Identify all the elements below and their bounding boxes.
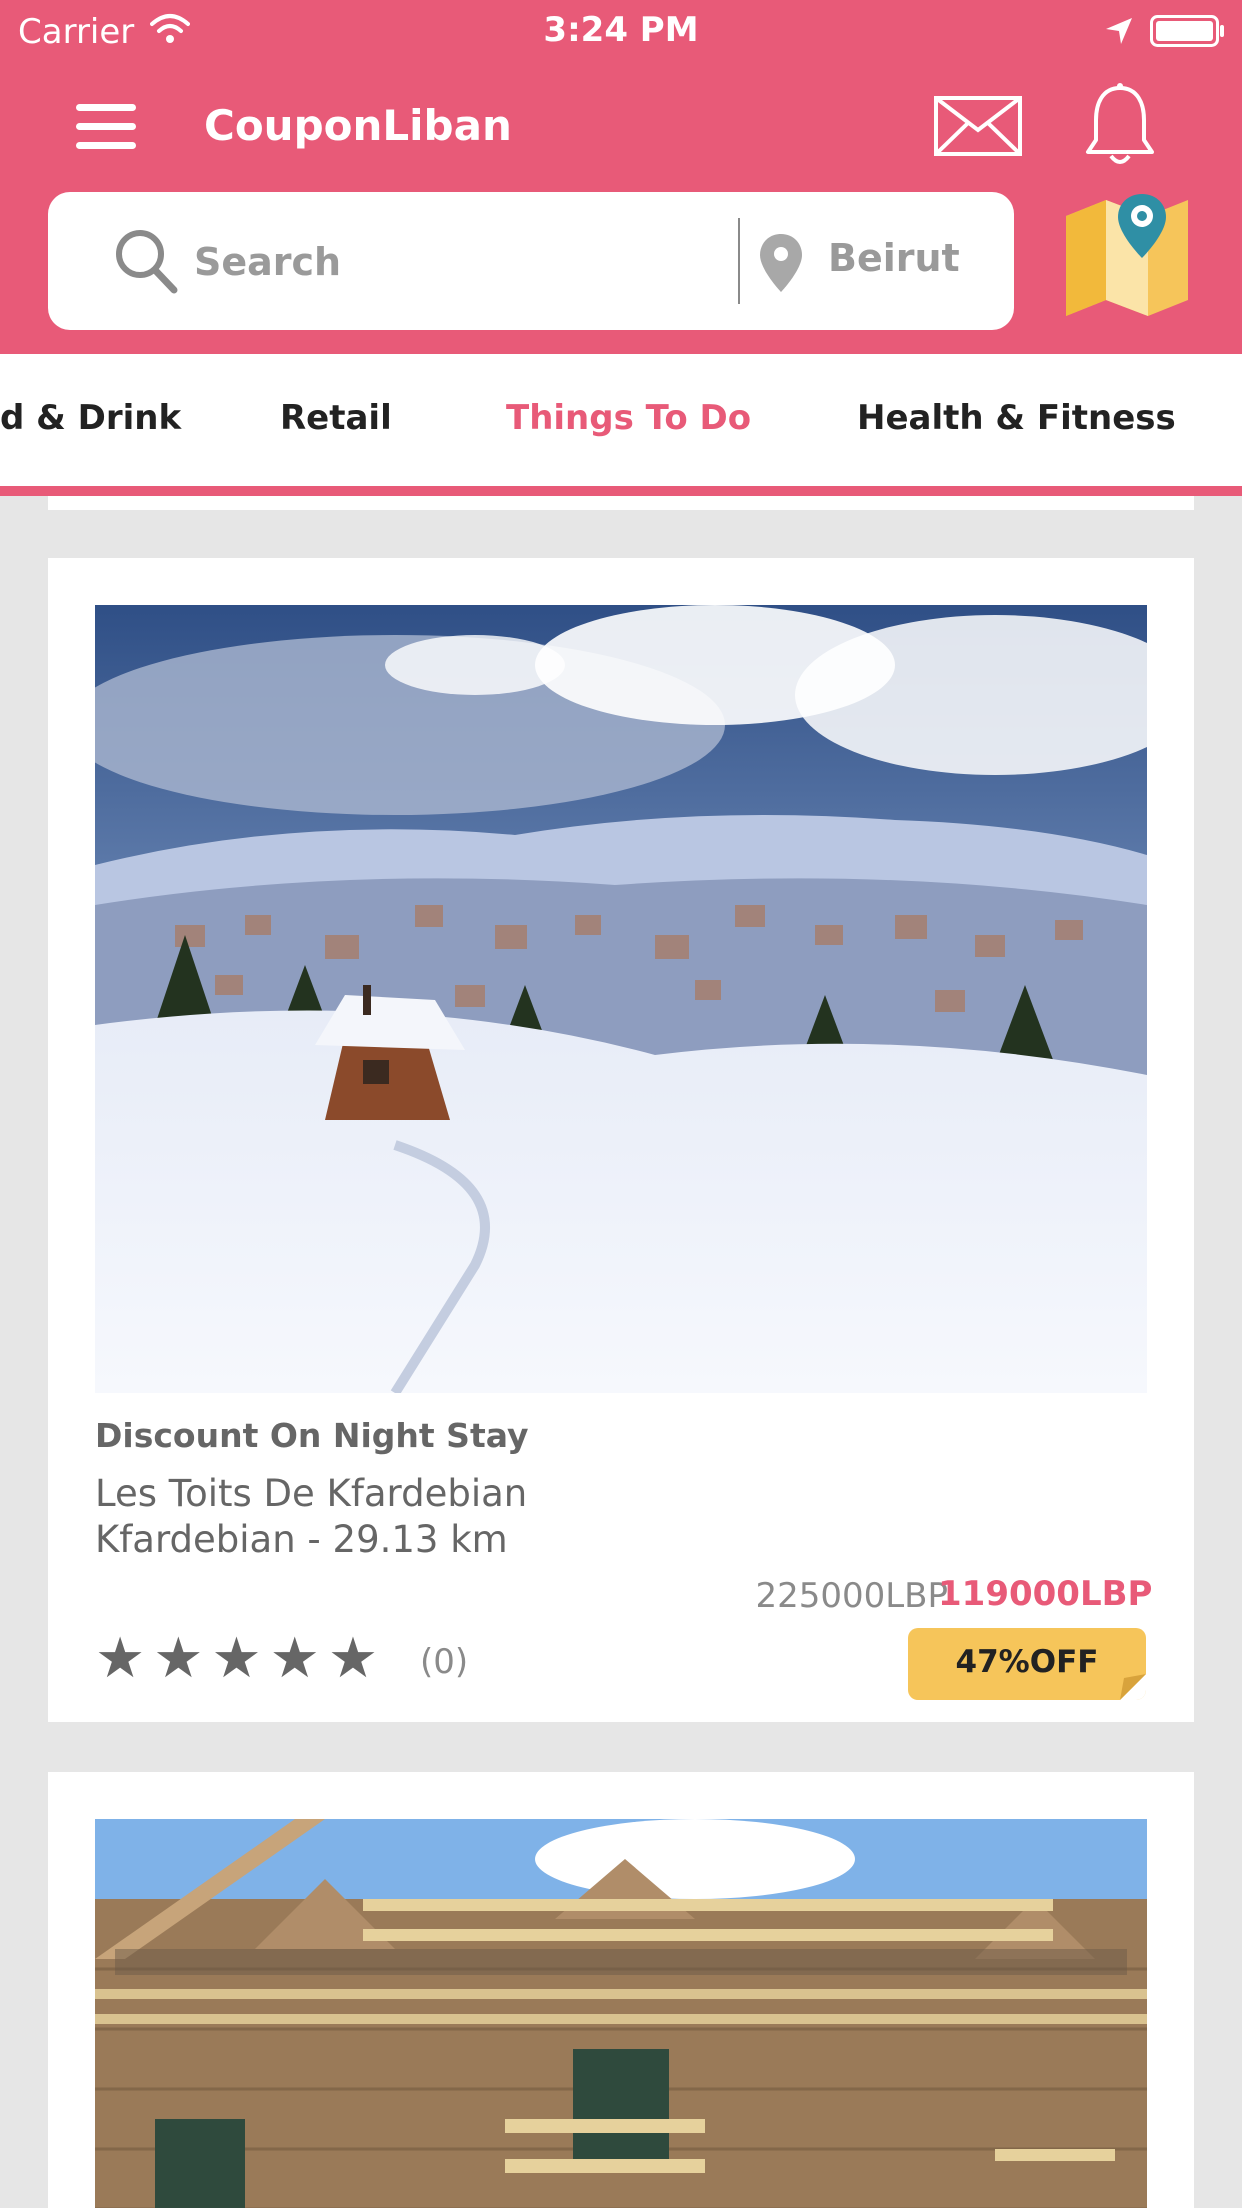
menu-icon[interactable] — [76, 104, 138, 150]
mail-icon[interactable] — [934, 96, 1022, 156]
rating-stars: ★ ★ ★ ★ ★ — [95, 1630, 386, 1688]
deal-list: Discount On Night Stay Les Toits De Kfar… — [0, 496, 1242, 2208]
previous-card-edge — [48, 496, 1194, 510]
deal-card[interactable]: Discount On Night Stay Les Toits De Kfar… — [48, 558, 1194, 1722]
discounted-price: 119000LBP — [938, 1574, 1153, 1614]
deal-location: Kfardebian - 29.13 km — [95, 1518, 508, 1561]
original-price: 225000LBP — [755, 1576, 948, 1616]
discount-badge: 47%OFF — [908, 1628, 1146, 1700]
battery-icon — [1150, 15, 1224, 47]
deal-photo[interactable] — [95, 1819, 1147, 2208]
search-input[interactable] — [194, 232, 754, 292]
tab-retail[interactable]: Retail — [280, 398, 392, 438]
tab-health-fitness[interactable]: Health & Fitness — [857, 398, 1176, 438]
map-icon[interactable] — [1062, 190, 1192, 322]
star-icon: ★ — [153, 1626, 204, 1691]
star-icon: ★ — [95, 1626, 146, 1691]
tab-things-to-do[interactable]: Things To Do — [506, 398, 751, 438]
tab-indicator — [0, 486, 1242, 496]
category-tabs: d & Drink Retail Things To Do Health & F… — [0, 354, 1242, 488]
app-title: CouponLiban — [204, 101, 512, 150]
bell-icon[interactable] — [1084, 82, 1156, 170]
deal-title: Discount On Night Stay — [95, 1416, 529, 1455]
app-header: Carrier 3:24 PM CouponLiban Search Beiru… — [0, 0, 1242, 354]
location-arrow-icon — [1106, 18, 1132, 44]
deal-card[interactable] — [48, 1772, 1194, 2208]
location-pin-icon — [760, 234, 802, 292]
location-selector[interactable]: Beirut — [828, 236, 960, 280]
merchant-name: Les Toits De Kfardebian — [95, 1472, 528, 1515]
search-divider — [738, 218, 740, 304]
search-bar: Beirut — [48, 192, 1014, 330]
review-count: (0) — [420, 1642, 469, 1682]
star-icon: ★ — [269, 1626, 320, 1691]
star-icon: ★ — [327, 1626, 379, 1691]
tab-food-and-drink[interactable]: d & Drink — [0, 398, 181, 438]
discount-label: 47%OFF — [955, 1644, 1099, 1680]
search-icon — [116, 230, 178, 294]
status-bar: Carrier 3:24 PM — [0, 0, 1242, 62]
badge-fold-icon — [1120, 1674, 1146, 1700]
clock: 3:24 PM — [543, 10, 699, 50]
deal-photo[interactable] — [95, 605, 1147, 1393]
star-icon: ★ — [211, 1626, 262, 1691]
